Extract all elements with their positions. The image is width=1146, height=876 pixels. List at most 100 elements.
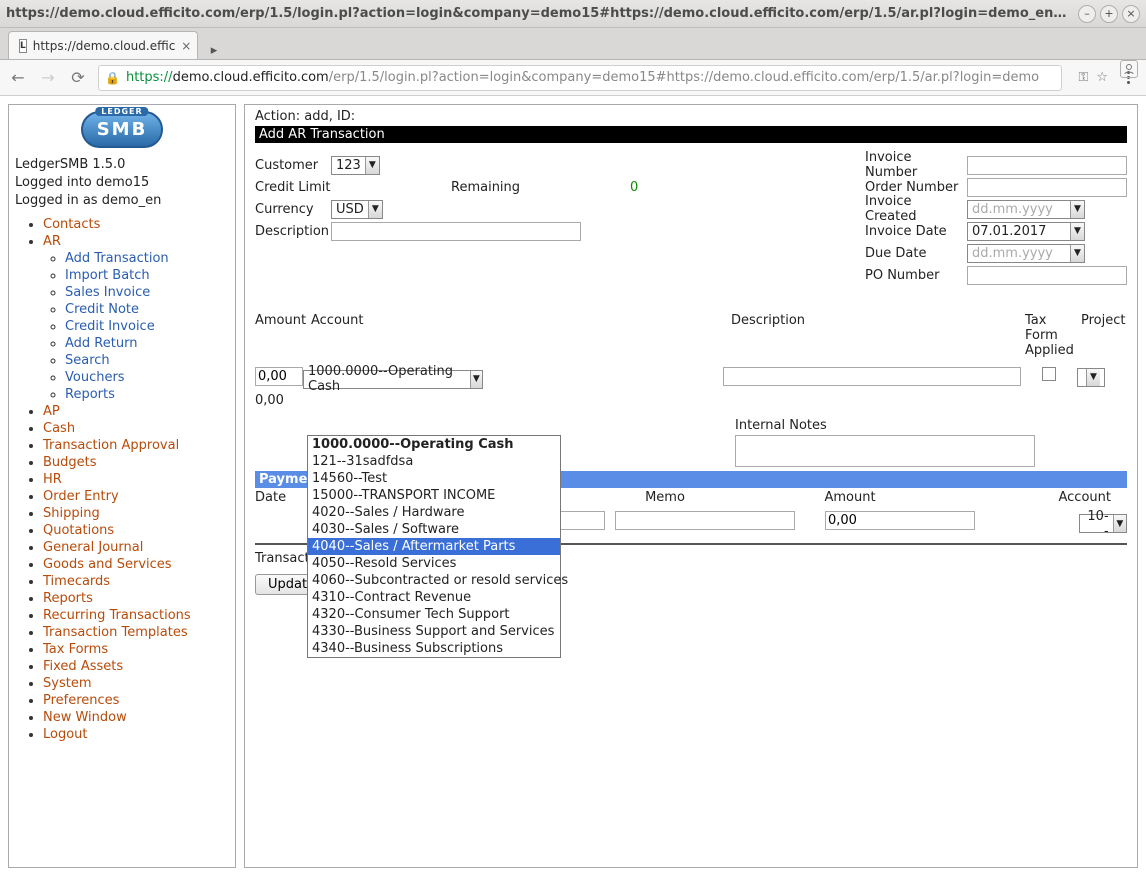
lock-icon: 🔒 [105, 71, 120, 85]
customer-label: Customer [255, 158, 331, 173]
payment-amount-input[interactable] [825, 511, 975, 530]
nav-item[interactable]: Budgets [43, 455, 97, 470]
account-dropdown[interactable]: 1000.0000--Operating Cash121--31sadfdsa1… [307, 435, 561, 658]
nav-item[interactable]: HR [43, 472, 62, 487]
nav-tree: Contacts AR Add Transaction Import Batch Sal… [15, 217, 229, 742]
nav-item[interactable]: System [43, 676, 91, 691]
nav-item[interactable]: Order Entry [43, 489, 119, 504]
remaining-value: 0 [630, 180, 638, 195]
dropdown-option[interactable]: 4040--Sales / Aftermarket Parts [308, 538, 560, 555]
invoice-created-input[interactable]: dd.mm.yyyy ▼ [967, 200, 1085, 219]
nav-item[interactable]: AP [43, 404, 60, 419]
back-button[interactable]: ← [8, 68, 28, 88]
dropdown-option[interactable]: 1000.0000--Operating Cash [308, 436, 560, 453]
nav-subitem[interactable]: Credit Note [65, 302, 139, 317]
nav-item[interactable]: Quotations [43, 523, 114, 538]
chevron-down-icon: ▼ [1070, 201, 1084, 218]
invoice-number-input[interactable] [967, 156, 1127, 175]
dropdown-option[interactable]: 4330--Business Support and Services [308, 623, 560, 640]
main-panel: Action: add, ID: Add AR Transaction Cust… [244, 104, 1138, 868]
nav-item[interactable]: Contacts [43, 217, 100, 232]
chevron-down-icon: ▼ [1070, 245, 1084, 262]
dropdown-option[interactable]: 4050--Resold Services [308, 555, 560, 572]
amount-input[interactable] [255, 367, 303, 386]
os-titlebar: https://demo.cloud.efficito.com/erp/1.5/… [0, 0, 1146, 28]
new-tab-button[interactable]: ▸ [204, 41, 224, 59]
internal-notes-label: Internal Notes [735, 418, 1127, 433]
nav-item[interactable]: Transaction Approval [43, 438, 179, 453]
nav-item[interactable]: Tax Forms [43, 642, 108, 657]
col-tax-form: Tax Form Applied [1025, 313, 1081, 358]
nav-item[interactable]: Reports [43, 591, 93, 606]
nav-item[interactable]: New Window [43, 710, 127, 725]
user-indicator-icon[interactable] [1120, 60, 1138, 78]
remaining-label: Remaining [451, 180, 520, 195]
customer-select[interactable]: 123 ▼ [331, 156, 380, 175]
dropdown-option[interactable]: 4060--Subcontracted or resold services [308, 572, 560, 589]
invoice-date-input[interactable]: 07.01.2017 ▼ [967, 222, 1085, 241]
close-tab-icon[interactable]: × [181, 39, 191, 53]
currency-label: Currency [255, 202, 331, 217]
nav-item[interactable]: Timecards [43, 574, 110, 589]
dropdown-option[interactable]: 4030--Sales / Software [308, 521, 560, 538]
amount-sum: 0,00 [255, 393, 1127, 408]
dropdown-option[interactable]: 4310--Contract Revenue [308, 589, 560, 606]
nav-subitem[interactable]: Add Return [65, 336, 137, 351]
nav-subitem[interactable]: Import Batch [65, 268, 150, 283]
description-label: Description [255, 224, 331, 239]
nav-item[interactable]: Fixed Assets [43, 659, 123, 674]
nav-item[interactable]: Recurring Transactions [43, 608, 191, 623]
internal-notes-input[interactable] [735, 435, 1035, 467]
tab-title: https://demo.cloud.effic [33, 39, 176, 53]
browser-tab-strip: L https://demo.cloud.effic × ▸ [0, 28, 1146, 60]
credit-limit-label: Credit Limit [255, 180, 331, 195]
reload-button[interactable]: ⟳ [68, 68, 88, 88]
forward-button[interactable]: → [38, 68, 58, 88]
dropdown-option[interactable]: 14560--Test [308, 470, 560, 487]
col-description: Description [731, 313, 1025, 358]
dropdown-option[interactable]: 4020--Sales / Hardware [308, 504, 560, 521]
nav-item[interactable]: Preferences [43, 693, 119, 708]
dropdown-option[interactable]: 4320--Consumer Tech Support [308, 606, 560, 623]
tax-form-checkbox[interactable] [1042, 367, 1056, 381]
project-select[interactable]: ▼ [1077, 368, 1105, 387]
star-icon[interactable]: ☆ [1096, 70, 1108, 85]
nav-subitem[interactable]: Sales Invoice [65, 285, 150, 300]
address-bar[interactable]: 🔒 https://demo.cloud.efficito.com/erp/1.… [98, 65, 1062, 91]
dropdown-option[interactable]: 15000--TRANSPORT INCOME [308, 487, 560, 504]
key-icon[interactable]: ⚿ [1078, 70, 1088, 85]
dropdown-option[interactable]: 4340--Business Subscriptions [308, 640, 560, 657]
nav-item[interactable]: Goods and Services [43, 557, 172, 572]
dropdown-option[interactable]: 121--31sadfdsa [308, 453, 560, 470]
company-info: Logged into demo15 [15, 174, 229, 192]
nav-subitem[interactable]: Reports [65, 387, 115, 402]
nav-item[interactable]: Shipping [43, 506, 100, 521]
nav-subitem[interactable]: Credit Invoice [65, 319, 155, 334]
nav-item[interactable]: Cash [43, 421, 75, 436]
url-protocol: https:// [126, 70, 173, 85]
browser-tab[interactable]: L https://demo.cloud.effic × [8, 31, 198, 59]
order-number-input[interactable] [967, 178, 1127, 197]
col-project: Project [1081, 313, 1127, 358]
description-input[interactable] [331, 222, 581, 241]
close-window-button[interactable]: × [1122, 5, 1140, 23]
minimize-button[interactable]: – [1078, 5, 1096, 23]
due-date-input[interactable]: dd.mm.yyyy ▼ [967, 244, 1085, 263]
app-version: LedgerSMB 1.5.0 [15, 156, 229, 174]
nav-subitem[interactable]: Add Transaction [65, 251, 169, 266]
nav-item[interactable]: AR [43, 234, 61, 249]
nav-item[interactable]: General Journal [43, 540, 143, 555]
nav-item[interactable]: Transaction Templates [43, 625, 188, 640]
currency-select[interactable]: USD ▼ [331, 200, 383, 219]
nav-subitem[interactable]: Vouchers [65, 370, 125, 385]
maximize-button[interactable]: + [1100, 5, 1118, 23]
sidebar: LEDGER SMB LedgerSMB 1.5.0 Logged into d… [8, 104, 236, 868]
nav-subitem[interactable]: Search [65, 353, 110, 368]
line-description-input[interactable] [723, 367, 1021, 386]
col-account: Account [311, 313, 731, 358]
account-select[interactable]: 1000.0000--Operating Cash ▼ [303, 370, 483, 389]
payment-account-select[interactable]: 10-- ▼ [1079, 514, 1127, 533]
po-number-input[interactable] [967, 266, 1127, 285]
payment-memo-input[interactable] [615, 511, 795, 530]
nav-item[interactable]: Logout [43, 727, 88, 742]
